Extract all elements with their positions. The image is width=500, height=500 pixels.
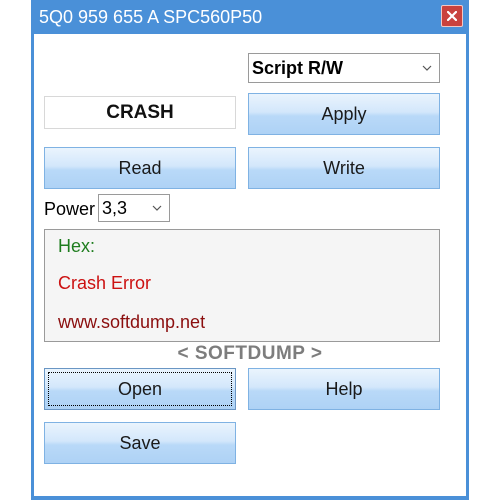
save-button[interactable]: Save [44,422,236,464]
write-button[interactable]: Write [248,147,440,189]
app-window: 5Q0 959 655 A SPC560P50 Script R/W CRASH… [31,0,469,500]
power-select[interactable]: 3,3 [98,194,170,222]
read-button[interactable]: Read [44,147,236,189]
client-area: Script R/W CRASH Apply Read Write Power … [34,34,466,496]
website-link[interactable]: www.softdump.net [58,312,205,333]
power-label: Power [44,199,96,219]
apply-button[interactable]: Apply [248,93,440,135]
script-select-value: Script R/W [252,57,344,78]
power-select-value: 3,3 [102,197,128,218]
status-text: Crash Error [58,273,152,293]
open-button[interactable]: Open [44,368,236,410]
chevron-down-icon [422,65,432,71]
script-select[interactable]: Script R/W [248,53,440,83]
close-icon [447,11,457,21]
hex-label: Hex: [58,236,96,256]
title-bar[interactable]: 5Q0 959 655 A SPC560P50 [31,0,469,34]
window-title: 5Q0 959 655 A SPC560P50 [39,7,263,27]
brand-label: < SOFTDUMP > [177,343,323,364]
crash-field[interactable]: CRASH [44,96,236,129]
focus-ring [48,372,232,406]
close-button[interactable] [441,5,463,27]
help-button[interactable]: Help [248,368,440,410]
info-panel: Hex: Crash Error www.softdump.net [44,229,440,342]
chevron-down-icon [152,205,162,211]
